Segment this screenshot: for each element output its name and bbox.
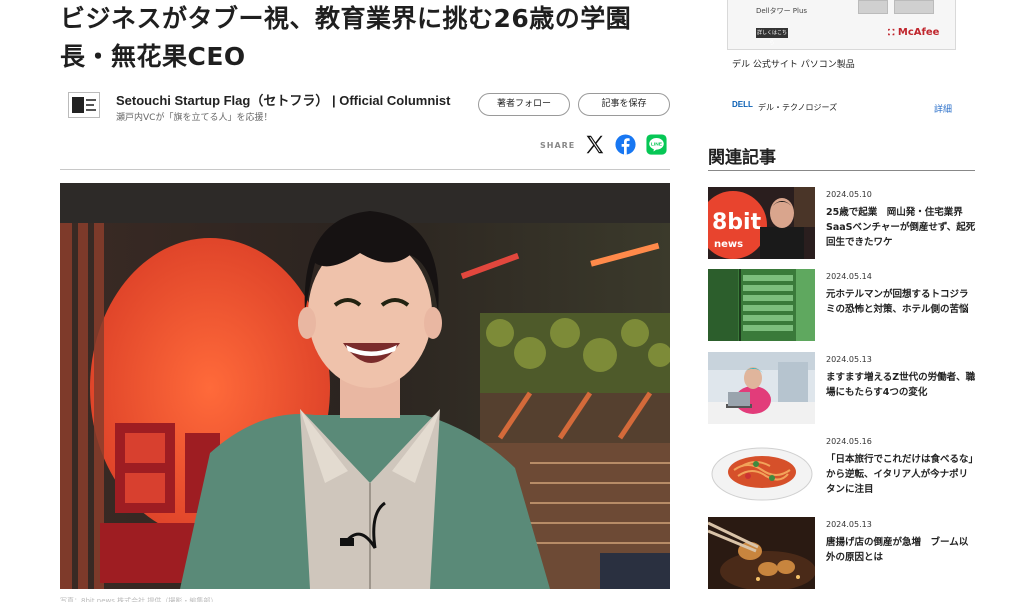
article-title: ビジネスがタブー視、教育業界に挑む26歳の学園長・無花果CEO [60,4,632,71]
related-divider [708,170,975,171]
sponsor-detail-link[interactable]: 詳細 [934,102,952,115]
author-row: Setouchi Startup Flag（セトフラ） | Official C… [68,88,672,128]
related-date: 2024.05.14 [826,272,872,281]
save-article-button[interactable]: 記事を保存 [578,93,670,116]
related-thumbnail[interactable] [708,517,815,589]
sponsor-row: DELL デル・テクノロジーズ 詳細 [732,100,954,115]
related-thumbnail[interactable]: 8bit news [708,187,815,259]
related-title[interactable]: 「日本旅行でこれだけは食べるな」から逆転、イタリア人が今ナポリタンに注目 [826,452,976,497]
related-article-4[interactable]: 2024.05.16 「日本旅行でこれだけは食べるな」から逆転、イタリア人が今ナ… [708,434,974,506]
sponsor-name: デル・テクノロジーズ [758,103,838,112]
related-date: 2024.05.10 [826,190,872,199]
related-article-3[interactable]: 2024.05.13 ますます増えるZ世代の労働者、職場にもたらす4つの変化 [708,352,976,424]
author-name[interactable]: Setouchi Startup Flag（セトフラ） | Official C… [116,90,450,109]
svg-text:news: news [714,239,743,250]
dell-logo[interactable]: DELL [732,100,753,109]
related-date: 2024.05.13 [826,355,872,364]
mcafee-brand: McAfee [897,27,940,38]
ad-banner[interactable]: Dellタワー Plus 詳しくはこちら ⛚ McAfee [727,0,956,50]
svg-text:LINE: LINE [651,142,663,148]
related-thumbnail[interactable] [708,352,815,424]
related-thumbnail[interactable] [708,434,815,506]
related-thumbnail[interactable] [708,269,815,341]
x-icon[interactable] [584,134,605,155]
mcafee-logo: ⛚ McAfee [888,27,940,38]
related-article-5[interactable]: 2024.05.13 唐揚げ店の倒産が急増 ブーム以外の原因とは [708,517,974,589]
related-article-1[interactable]: 8bit news 2024.05.10 25歳で起業 岡山発・住宅業界SaaS… [708,187,976,259]
article-divider [60,169,670,170]
author-logo[interactable] [68,92,100,118]
related-date: 2024.05.13 [826,520,872,529]
related-articles-heading: 関連記事 [708,148,776,168]
hero-image [60,183,670,589]
line-icon[interactable]: LINE [646,134,667,155]
author-description: 瀬戸内VCが「旗を立てる人」を応援！ [116,113,273,123]
related-title[interactable]: 元ホテルマンが回想するトコジラミの恐怖と対策、ホテル側の苦悩 [826,287,976,317]
follow-author-button[interactable]: 著者フォロー [478,93,570,116]
facebook-icon[interactable] [615,134,636,155]
image-caption: 写真：8bit news 株式会社 提供（撮影・編集部） [60,597,218,602]
svg-text:8bit: 8bit [712,210,762,235]
ad-product-line: Dellタワー Plus [756,7,808,15]
ad-cta-button[interactable]: 詳しくはこちら [756,28,788,46]
related-title[interactable]: 25歳で起業 岡山発・住宅業界SaaSベンチャーが倒産せず、起死回生できたワケ [826,205,976,250]
ad-caption[interactable]: デル 公式サイト パソコン製品 [732,57,855,70]
related-article-2[interactable]: 2024.05.14 元ホテルマンが回想するトコジラミの恐怖と対策、ホテル側の苦… [708,269,974,341]
related-title[interactable]: 唐揚げ店の倒産が急増 ブーム以外の原因とは [826,535,976,565]
related-title[interactable]: ますます増えるZ世代の労働者、職場にもたらす4つの変化 [826,370,976,400]
related-date: 2024.05.16 [826,437,872,446]
share-label: SHARE [540,141,576,150]
share-row: SHARE LINE [540,134,672,156]
